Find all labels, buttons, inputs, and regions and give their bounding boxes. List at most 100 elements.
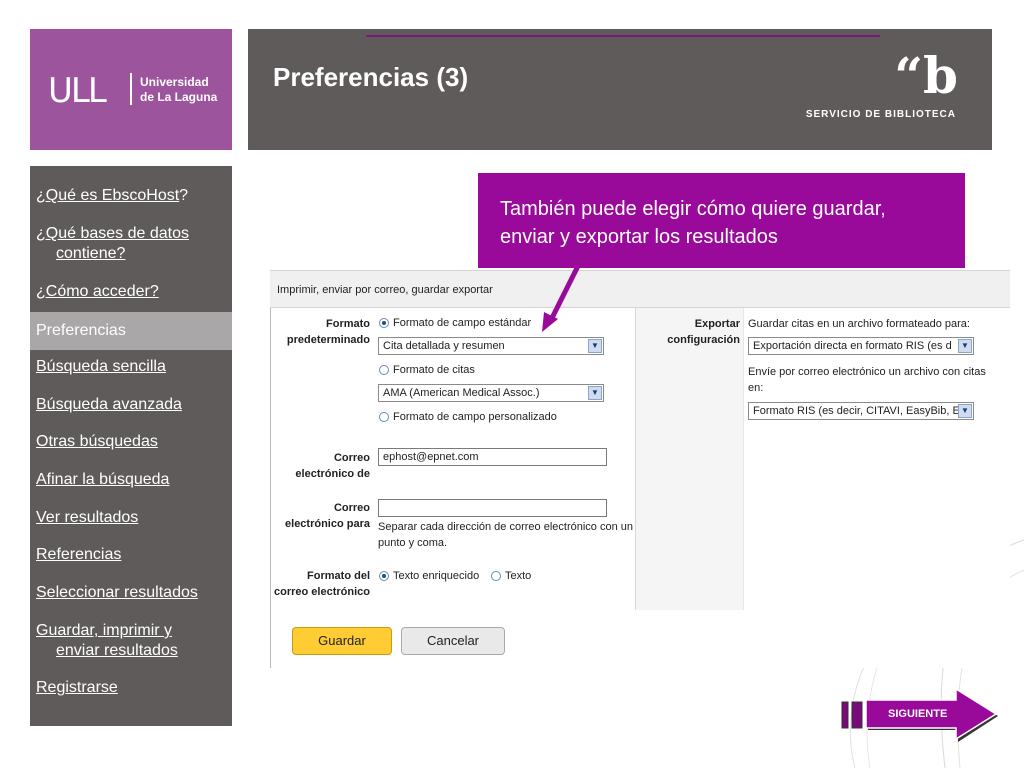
email-file-help-line1: Envíe por correo electrónico un archivo … bbox=[748, 366, 986, 378]
title-bar: Preferencias (3) “b SERVICIO DE BIBLIOTE… bbox=[248, 29, 992, 150]
email-to-help-line2: punto y coma. bbox=[378, 537, 448, 549]
radio-rich-text[interactable]: Texto enriquecido bbox=[379, 570, 479, 582]
sidebar-item-label[interactable]: Otras búsquedas bbox=[36, 433, 158, 450]
next-button[interactable]: SIGUIENTE bbox=[888, 708, 947, 720]
sidebar-item-ver-resultados[interactable]: Ver resultados bbox=[30, 508, 232, 528]
sidebar-nav: ¿Qué es EbscoHost? ¿Qué bases de datos c… bbox=[30, 166, 232, 726]
form-header: Imprimir, enviar por correo, guardar exp… bbox=[270, 270, 1010, 308]
chevron-down-icon[interactable]: ▼ bbox=[958, 404, 972, 418]
default-format-label-line2: predeterminado bbox=[286, 334, 370, 346]
email-from-label-line1: Correo bbox=[333, 452, 370, 464]
radio-citation-format-label: Formato de citas bbox=[393, 364, 475, 376]
sidebar-item-label[interactable]: Preferencias bbox=[36, 322, 126, 339]
export-help-text: Guardar citas en un archivo formateado p… bbox=[748, 318, 970, 330]
page-title: Preferencias (3) bbox=[273, 62, 469, 92]
sidebar-item-guardar-imprimir[interactable]: Guardar, imprimir y enviar resultados bbox=[30, 621, 232, 661]
email-to-label: Correo electrónico para bbox=[270, 500, 370, 532]
university-name-line2: de La Laguna bbox=[140, 90, 218, 104]
save-button[interactable]: Guardar bbox=[292, 627, 392, 655]
radio-unselected-icon[interactable] bbox=[379, 412, 389, 422]
radio-selected-icon[interactable] bbox=[379, 318, 389, 328]
sidebar-item-label-line2[interactable]: contiene? bbox=[56, 245, 125, 262]
chevron-down-icon[interactable]: ▼ bbox=[588, 339, 602, 353]
export-settings-label-line2: configuración bbox=[667, 334, 740, 346]
form-left-border bbox=[270, 308, 271, 668]
radio-plain-text[interactable]: Texto bbox=[491, 570, 531, 582]
sidebar-item-como-acceder[interactable]: ¿Cómo acceder? bbox=[30, 282, 232, 302]
radio-plain-text-label: Texto bbox=[505, 570, 532, 582]
sidebar-item-label-line1[interactable]: Guardar, imprimir y bbox=[36, 622, 172, 639]
radio-standard-format-label: Formato de campo estándar bbox=[393, 317, 532, 329]
radio-unselected-icon[interactable] bbox=[491, 571, 501, 581]
cancel-button[interactable]: Cancelar bbox=[401, 627, 505, 655]
callout-arrow-icon bbox=[542, 264, 581, 332]
radio-selected-icon[interactable] bbox=[379, 571, 389, 581]
email-from-label-line2: electrónico de bbox=[295, 468, 370, 480]
email-format-label-line2: correo electrónico bbox=[274, 586, 370, 598]
email-file-format-select[interactable]: Formato RIS (es decir, CITAVI, EasyBib, … bbox=[748, 402, 974, 420]
export-settings-label-line1: Exportar bbox=[694, 318, 740, 330]
email-to-help-line1: Separar cada dirección de correo electró… bbox=[378, 521, 633, 533]
sidebar-item-label-line2[interactable]: enviar resultados bbox=[56, 642, 178, 659]
sidebar-item-label[interactable]: Ver resultados bbox=[36, 509, 138, 526]
title-accent-line bbox=[366, 35, 880, 37]
sidebar-item-que-es-ebscohost[interactable]: ¿Qué es EbscoHost? bbox=[30, 186, 232, 206]
university-name: Universidad de La Laguna bbox=[140, 75, 217, 105]
sidebar-item-otras-busquedas[interactable]: Otras búsquedas bbox=[30, 432, 232, 452]
standard-format-select[interactable]: Cita detallada y resumen ▼ bbox=[378, 337, 604, 355]
sidebar-item-label[interactable]: Búsqueda sencilla bbox=[36, 358, 166, 375]
sidebar-item-suffix: ? bbox=[179, 187, 189, 204]
sidebar-item-label-line1[interactable]: ¿Qué bases de datos bbox=[36, 225, 189, 242]
citation-format-select[interactable]: AMA (American Medical Assoc.) ▼ bbox=[378, 384, 604, 402]
sidebar-item-label[interactable]: Referencias bbox=[36, 546, 121, 563]
sidebar-item-seleccionar-resultados[interactable]: Seleccionar resultados bbox=[30, 583, 232, 603]
chevron-down-icon[interactable]: ▼ bbox=[958, 339, 972, 353]
default-format-label-line1: Formato bbox=[326, 318, 370, 330]
email-file-format-select-value: Formato RIS (es decir, CITAVI, EasyBib, … bbox=[753, 405, 960, 417]
logo-separator bbox=[130, 73, 132, 105]
email-to-label-line1: Correo bbox=[333, 502, 370, 514]
sidebar-item-label[interactable]: Seleccionar resultados bbox=[36, 584, 198, 601]
email-from-input[interactable]: ephost@epnet.com bbox=[378, 448, 607, 466]
sidebar-item-label[interactable]: ¿Qué es EbscoHost bbox=[36, 187, 179, 204]
column-divider bbox=[635, 308, 636, 610]
column-divider bbox=[743, 308, 744, 610]
library-logo-icon: “b bbox=[894, 46, 958, 105]
sidebar-item-label[interactable]: Búsqueda avanzada bbox=[36, 396, 182, 413]
email-to-input[interactable] bbox=[378, 499, 607, 517]
form-header-title: Imprimir, enviar por correo, guardar exp… bbox=[277, 284, 493, 296]
email-file-help: Envíe por correo electrónico un archivo … bbox=[748, 364, 1010, 396]
sidebar-item-busqueda-sencilla[interactable]: Búsqueda sencilla bbox=[30, 357, 232, 377]
preferences-form-screenshot: Imprimir, enviar por correo, guardar exp… bbox=[270, 270, 1010, 668]
citation-format-select-value: AMA (American Medical Assoc.) bbox=[383, 387, 540, 399]
default-format-label: Formato predeterminado bbox=[270, 316, 370, 348]
ull-logo-mark: ULL bbox=[48, 71, 107, 111]
email-to-help: Separar cada dirección de correo electró… bbox=[378, 519, 638, 551]
sidebar-item-preferencias[interactable]: Preferencias bbox=[30, 312, 232, 350]
sidebar-item-label[interactable]: Registrarse bbox=[36, 679, 118, 696]
export-format-select[interactable]: Exportación directa en formato RIS (es d… bbox=[748, 337, 974, 355]
sidebar-item-registrarse[interactable]: Registrarse bbox=[30, 678, 232, 698]
export-format-select-value: Exportación directa en formato RIS (es d bbox=[753, 340, 952, 352]
radio-rich-text-label: Texto enriquecido bbox=[393, 570, 480, 582]
university-logo-box: ULL Universidad de La Laguna bbox=[30, 29, 232, 150]
radio-custom-format[interactable]: Formato de campo personalizado bbox=[379, 411, 557, 423]
radio-unselected-icon[interactable] bbox=[379, 365, 389, 375]
sidebar-item-label[interactable]: ¿Cómo acceder? bbox=[36, 283, 159, 300]
export-label-column bbox=[636, 308, 743, 610]
chevron-down-icon[interactable]: ▼ bbox=[588, 386, 602, 400]
radio-standard-format[interactable]: Formato de campo estándar bbox=[379, 317, 531, 329]
sidebar-item-afinar-busqueda[interactable]: Afinar la búsqueda bbox=[30, 470, 232, 490]
callout-box: También puede elegir cómo quiere guardar… bbox=[478, 173, 965, 268]
sidebar-item-busqueda-avanzada[interactable]: Búsqueda avanzada bbox=[30, 395, 232, 415]
university-name-line1: Universidad bbox=[140, 75, 209, 89]
sidebar-item-label[interactable]: Afinar la búsqueda bbox=[36, 471, 169, 488]
sidebar-item-referencias[interactable]: Referencias bbox=[30, 545, 232, 565]
standard-format-select-value: Cita detallada y resumen bbox=[383, 340, 505, 352]
email-format-label: Formato del correo electrónico bbox=[270, 568, 370, 600]
export-settings-label: Exportar configuración bbox=[636, 316, 740, 348]
radio-custom-format-label: Formato de campo personalizado bbox=[393, 411, 557, 423]
email-to-label-line2: electrónico para bbox=[285, 518, 370, 530]
radio-citation-format[interactable]: Formato de citas bbox=[379, 364, 475, 376]
sidebar-item-bases-de-datos[interactable]: ¿Qué bases de datos contiene? bbox=[30, 224, 232, 264]
